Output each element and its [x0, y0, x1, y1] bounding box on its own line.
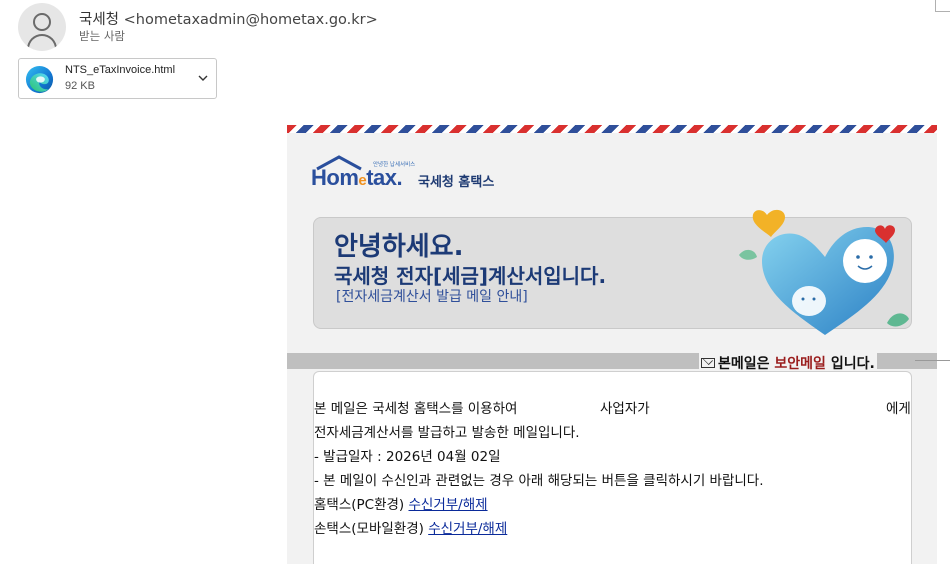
notice-content: 본 메일은 국세청 홈택스를 이용하여 사업자가 에게 전자세금계산서를 발급하…: [313, 371, 912, 564]
banner-subtitle: [전자세금계산서 발급 메일 안내]: [336, 289, 528, 305]
logo-wordmark: Hometax.: [311, 165, 403, 190]
sender-email[interactable]: <hometaxadmin@hometax.go.kr>: [124, 12, 378, 28]
envelope-icon: [701, 358, 715, 368]
sender-line: 국세청 <hometaxadmin@hometax.go.kr>: [79, 8, 378, 29]
chevron-down-icon[interactable]: [198, 73, 208, 83]
mobile-unsubscribe-line: 손택스(모바일환경) 수신거부/해제: [314, 521, 508, 537]
sender-avatar[interactable]: [18, 3, 66, 51]
banner-title: 국세청 전자[세금]계산서입니다.: [334, 264, 607, 288]
airmail-stripe: [287, 125, 937, 133]
sender-name[interactable]: 국세청: [79, 12, 119, 28]
secure-mail-notice: 본메일은 보안메일 입니다.: [699, 353, 877, 373]
mobile-unsubscribe-link[interactable]: 수신거부/해제: [428, 521, 507, 537]
email-body: 안녕한 납세서비스 Hometax. 국세청 홈택스 안녕하세요. 국세청 전자…: [287, 125, 937, 564]
header-corner-frame: [935, 0, 950, 12]
issue-date-line: - 발급일자 : 2026년 04월 02일: [314, 449, 501, 465]
secure-divider-tail: [915, 360, 950, 361]
recipient-label[interactable]: 받는 사람: [79, 28, 125, 44]
edge-browser-icon: [25, 65, 54, 94]
content-line-2: 전자세금계산서를 발급하고 발송한 메일입니다.: [314, 425, 580, 441]
heart-illustration: [739, 209, 909, 335]
banner-greeting: 안녕하세요.: [334, 232, 464, 262]
hometax-logo[interactable]: 안녕한 납세서비스 Hometax. 국세청 홈택스: [311, 155, 495, 197]
attachment-file-size: 92 KB: [65, 80, 95, 92]
attachment-file-name: NTS_eTaxInvoice.html: [65, 64, 176, 76]
pc-unsubscribe-line: 홈택스(PC환경) 수신거부/해제: [314, 497, 488, 513]
secure-mail-highlight: 보안메일: [774, 356, 826, 372]
person-icon: [33, 13, 51, 31]
pc-unsubscribe-link[interactable]: 수신거부/해제: [409, 497, 488, 513]
attachment-card[interactable]: NTS_eTaxInvoice.html 92 KB: [18, 58, 217, 99]
content-line-4: - 본 메일이 수신인과 관련없는 경우 아래 해당되는 버튼을 클릭하시기 바…: [314, 473, 764, 489]
logo-korean-name: 국세청 홈택스: [418, 175, 495, 190]
content-line-1: 본 메일은 국세청 홈택스를 이용하여 사업자가 에게: [314, 401, 911, 417]
